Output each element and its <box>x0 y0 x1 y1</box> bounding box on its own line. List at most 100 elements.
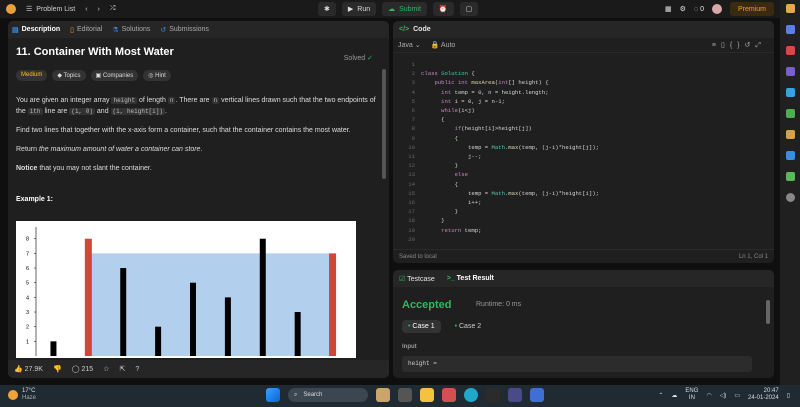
help-icon[interactable]: ? <box>135 366 139 373</box>
app-icon[interactable] <box>508 388 522 402</box>
vscode-icon[interactable] <box>530 388 544 402</box>
code-line[interactable]: } <box>421 208 458 215</box>
line-number: 2 <box>411 70 415 78</box>
sidebar-app-icon[interactable] <box>785 67 795 76</box>
code-line[interactable]: { <box>421 116 444 123</box>
language-select[interactable]: Java ⌄ <box>398 41 421 49</box>
code-line[interactable]: else <box>421 171 468 178</box>
layout-icon[interactable]: ▦ <box>665 5 672 13</box>
code-line[interactable]: temp = Math.max(temp, (j-i)*height[i]); <box>421 190 599 197</box>
app-icon[interactable] <box>376 388 390 402</box>
debug-button[interactable]: ✱ <box>318 2 336 16</box>
tab-description[interactable]: ▤ Description <box>12 26 60 34</box>
code-line[interactable]: int i = 0, j = n-1; <box>421 98 505 105</box>
streak-counter[interactable]: ◌ 0 <box>694 6 704 13</box>
sidebar-app-icon[interactable] <box>785 151 795 160</box>
description-tabs: ▤ Description ▯ Editorial ⚗ Solutions ↺ … <box>8 21 389 38</box>
settings-icon[interactable]: ⚙ <box>680 5 686 13</box>
app-icon[interactable] <box>486 388 500 402</box>
auto-mode[interactable]: 🔒 Auto <box>431 41 456 49</box>
run-button[interactable]: ▶ Run <box>341 2 377 16</box>
dislike-button[interactable]: 👎 <box>53 365 62 373</box>
tab-submissions[interactable]: ↺ Submissions <box>160 26 209 34</box>
code-line[interactable]: temp = Math.max(temp, (j-i)*height[j]); <box>421 144 599 151</box>
wifi-icon[interactable]: ◠ <box>706 392 711 399</box>
edge-browser-icon[interactable] <box>464 388 478 402</box>
leetcode-logo-icon[interactable] <box>6 4 16 14</box>
next-problem-button[interactable]: › <box>98 6 100 13</box>
tab-label: Test Result <box>456 275 494 282</box>
favorite-icon[interactable]: ☆ <box>103 365 109 373</box>
chart-bar <box>84 238 92 356</box>
chevron-up-icon[interactable]: ⌃ <box>658 392 663 399</box>
folder-icon[interactable] <box>420 388 434 402</box>
code-line[interactable]: while(i<j) <box>421 107 475 114</box>
tab-editorial[interactable]: ▯ Editorial <box>70 26 102 34</box>
topics-chip[interactable]: ◆ Topics <box>52 70 86 81</box>
braces-icon[interactable]: {} <box>730 42 745 49</box>
code-line[interactable]: } <box>421 217 444 224</box>
language-label: Java <box>398 42 413 49</box>
reset-icon[interactable]: ↺ <box>745 42 756 49</box>
sidebar-app-icon[interactable] <box>785 109 795 118</box>
tab-solutions[interactable]: ⚗ Solutions <box>112 26 150 34</box>
share-icon[interactable]: ⇱ <box>119 365 125 373</box>
expand-icon[interactable]: ⤢ <box>755 42 766 49</box>
case-1-tab[interactable]: • Case 1 <box>402 320 441 333</box>
tab-testcase[interactable]: ☑ Testcase <box>399 275 435 283</box>
code-line[interactable]: class Solution { <box>421 70 475 77</box>
like-count: 27.9K <box>24 366 43 373</box>
code-editor[interactable]: 1 2 class Solution {3 public int maxArea(i… <box>393 61 774 246</box>
format-icon[interactable]: ≡ <box>712 42 721 49</box>
prev-problem-button[interactable]: ‹ <box>85 6 87 13</box>
shuffle-icon[interactable]: ⤮ <box>110 5 116 13</box>
emphasis-text: the maximum amount of water a container … <box>38 146 201 153</box>
notification-icon[interactable]: ▯ <box>787 392 790 399</box>
code-line[interactable]: if(height[i]>height[j]) <box>421 125 532 132</box>
description-scrollbar[interactable] <box>382 69 386 179</box>
code-line[interactable]: { <box>421 181 458 188</box>
like-button[interactable]: 👍 27.9K <box>14 365 43 373</box>
sidebar-app-icon[interactable] <box>785 88 795 97</box>
code-line[interactable]: j--; <box>421 153 481 160</box>
problem-list-button[interactable]: ☰ Problem List <box>26 5 75 14</box>
comments-button[interactable]: ◯ 215 <box>72 365 93 373</box>
code-line[interactable]: } <box>421 162 458 169</box>
result-scrollbar[interactable] <box>766 300 770 324</box>
language-indicator[interactable]: ENG IN <box>685 388 698 402</box>
avatar[interactable] <box>711 4 722 14</box>
bookmark-icon[interactable]: ▯ <box>721 42 730 49</box>
clock[interactable]: 20:47 24-01-2024 <box>748 388 779 402</box>
sidebar-app-icon[interactable] <box>785 46 795 55</box>
timer-button[interactable]: ⏰ <box>432 2 454 16</box>
companies-chip[interactable]: ▣ Companies <box>90 70 139 81</box>
weather-widget[interactable]: 17°C Haze <box>8 388 36 402</box>
code-line[interactable]: int temp = 0, n = height.length; <box>421 89 548 96</box>
premium-button[interactable]: Premium <box>729 2 774 16</box>
tab-label: Testcase <box>407 275 435 283</box>
explorer-icon[interactable] <box>398 388 412 402</box>
sidebar-app-icon[interactable] <box>785 4 795 13</box>
app-icon[interactable] <box>442 388 456 402</box>
tab-test-result[interactable]: >_ Test Result <box>447 275 494 282</box>
browser-sidebar <box>780 0 800 385</box>
sidebar-app-icon[interactable] <box>785 25 795 34</box>
sidebar-app-icon[interactable] <box>785 130 795 139</box>
problem-title[interactable]: 11. Container With Most Water <box>16 46 381 58</box>
volume-icon[interactable]: ◁) <box>720 392 727 399</box>
text: of length <box>137 97 168 104</box>
code-line[interactable]: return temp; <box>421 227 481 234</box>
sidebar-app-icon[interactable] <box>785 172 795 181</box>
code-line[interactable]: public int maxArea(int[] height) { <box>421 79 548 86</box>
windows-start-icon[interactable] <box>266 388 280 402</box>
hint-chip[interactable]: ◎ Hint <box>143 70 171 81</box>
submit-button[interactable]: ☁ Submit <box>382 2 427 16</box>
notes-button[interactable]: ▢ <box>459 2 479 16</box>
cloud-icon[interactable]: ☁ <box>671 392 677 399</box>
add-icon[interactable] <box>785 193 795 202</box>
code-line[interactable]: i++; <box>421 199 481 206</box>
code-line[interactable]: { <box>421 135 458 142</box>
case-2-tab[interactable]: • Case 2 <box>449 320 488 333</box>
taskbar-search[interactable]: ⌕ Search <box>288 388 368 402</box>
battery-icon[interactable]: ▭ <box>734 392 740 399</box>
